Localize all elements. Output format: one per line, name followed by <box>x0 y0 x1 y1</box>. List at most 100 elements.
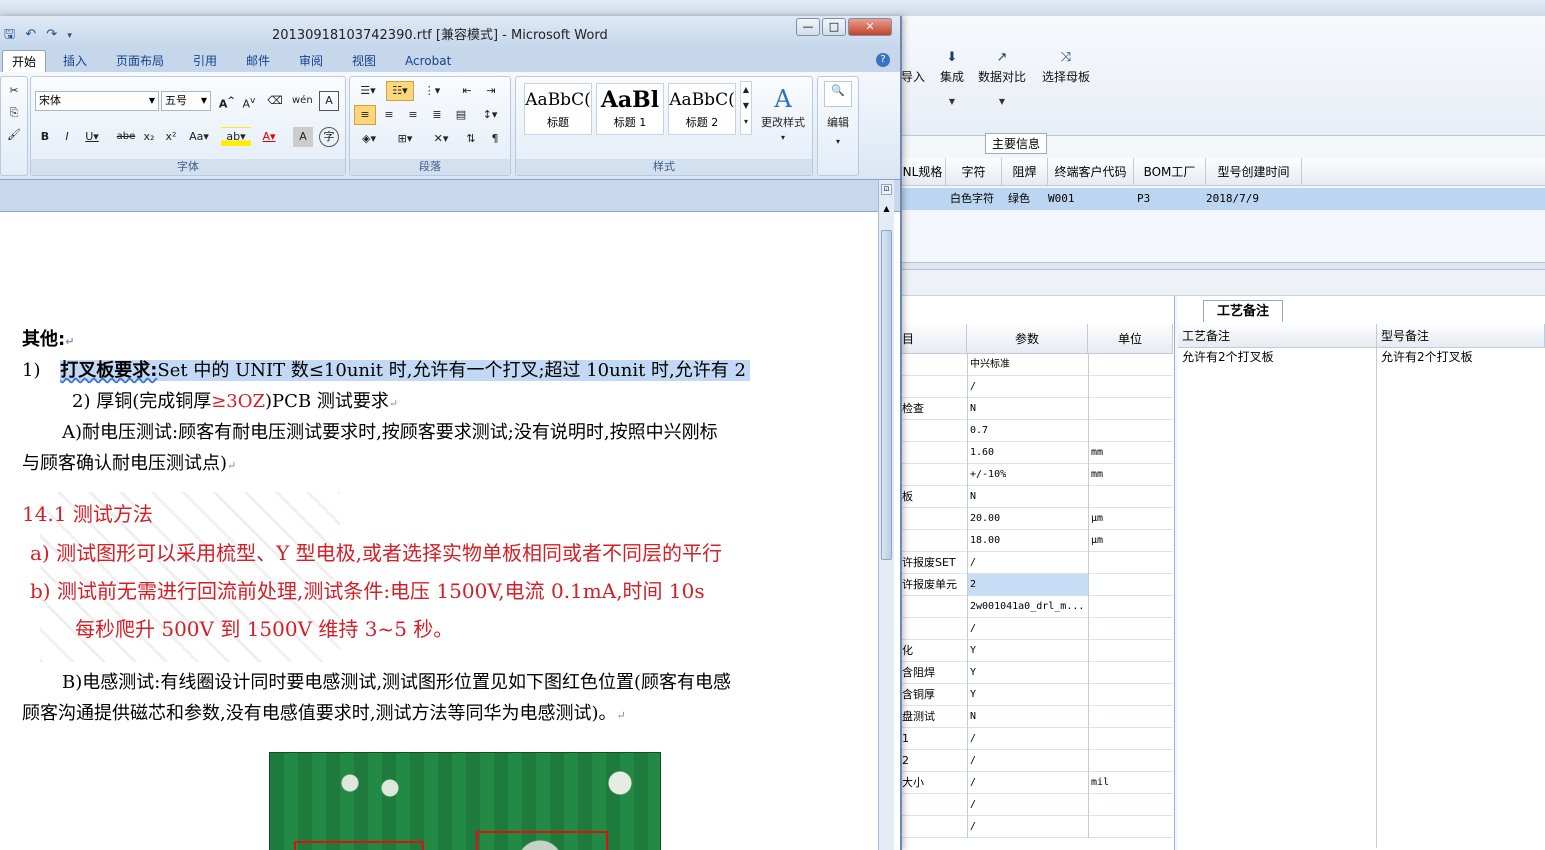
format-painter-icon[interactable]: 🖌 <box>3 125 25 145</box>
param-row[interactable]: 含阻焊 Y <box>900 662 1173 684</box>
tab-page-layout[interactable]: 页面布局 <box>107 50 173 72</box>
style-heading-1[interactable]: AaBl 标题 1 <box>596 83 664 135</box>
param-row[interactable]: 板N <box>900 486 1173 508</box>
undo-icon[interactable]: ↶ <box>25 27 36 42</box>
copy-icon[interactable]: ⎘ <box>3 103 25 123</box>
param-row[interactable]: 0.7 <box>900 420 1173 442</box>
param-value[interactable]: 2 <box>967 574 1088 596</box>
show-marks-icon[interactable]: ¶ <box>484 129 506 149</box>
tab-view[interactable]: 视图 <box>343 50 385 72</box>
underline-button[interactable]: U▾ <box>79 127 105 147</box>
param-row[interactable]: 1.60 mm <box>900 442 1173 464</box>
param-value[interactable]: / <box>967 772 1088 794</box>
vertical-scrollbar[interactable]: ⊡ ▲ <box>878 180 894 850</box>
tab-acrobat[interactable]: Acrobat <box>396 50 460 72</box>
param-row[interactable]: 检查 N <box>900 398 1173 420</box>
grid-header-nl-spec[interactable]: NL规格 <box>900 158 946 186</box>
param-value[interactable]: Y <box>967 684 1088 706</box>
param-value[interactable]: 中兴标准 <box>967 354 1088 376</box>
import-button[interactable]: 导入 <box>900 50 926 85</box>
param-row[interactable]: 18.00 μm <box>900 530 1173 552</box>
param-value[interactable]: Y <box>967 662 1088 684</box>
tab-mailings[interactable]: 邮件 <box>237 50 279 72</box>
help-icon[interactable]: ? <box>876 53 890 67</box>
styles-scroll[interactable]: ▲ ▼ ▾ <box>740 81 752 135</box>
param-value[interactable]: / <box>967 552 1088 574</box>
grid-header-created-time[interactable]: 型号创建时间 <box>1206 158 1302 186</box>
align-left-icon[interactable]: ≡ <box>354 105 376 125</box>
enclosed-char-icon[interactable]: 字 <box>319 127 339 147</box>
save-icon[interactable]: 🖫 <box>4 27 15 42</box>
close-button[interactable]: ✕ <box>848 18 892 36</box>
style-title[interactable]: AaBbC( 标题 <box>524 83 592 135</box>
model-remark-field[interactable]: 允许有2个打叉板 <box>1377 348 1545 368</box>
param-row[interactable]: 中兴标准 <box>900 354 1173 376</box>
grid-header-bom-factory[interactable]: BOM工厂 <box>1134 158 1206 186</box>
distributed-icon[interactable]: ▤ <box>450 105 472 125</box>
superscript-button[interactable]: x² <box>161 127 181 147</box>
redo-icon[interactable]: ↷ <box>46 27 57 42</box>
numbering-icon[interactable]: ☷▾ <box>386 81 414 101</box>
tab-insert[interactable]: 插入 <box>54 50 96 72</box>
ruler-toggle-icon[interactable]: ⊡ <box>881 184 892 195</box>
param-header-value[interactable]: 参数 <box>967 324 1088 354</box>
select-motherboard-button[interactable]: ⤨ 选择母板 <box>1040 50 1092 85</box>
char-border-icon[interactable]: A <box>319 91 339 111</box>
bold-button[interactable]: B <box>35 127 55 147</box>
subscript-button[interactable]: x₂ <box>139 127 159 147</box>
chevron-down-icon[interactable]: ▼ <box>936 97 968 106</box>
remark-header-process[interactable]: 工艺备注 <box>1178 324 1377 348</box>
grid-header-char[interactable]: 字符 <box>946 158 1002 186</box>
bullets-icon[interactable]: ☰▾ <box>354 81 382 101</box>
param-row[interactable]: 大小 / mil <box>900 772 1173 794</box>
font-size-select[interactable]: 五号 ▼ <box>161 91 211 111</box>
param-header-unit[interactable]: 单位 <box>1088 324 1173 354</box>
borders-icon[interactable]: ⊞▾ <box>390 129 420 149</box>
chinese-layout-icon[interactable]: ✕▾ <box>426 129 456 149</box>
param-value[interactable]: 18.00 <box>967 530 1088 552</box>
style-heading-2[interactable]: AaBbC( 标题 2 <box>668 83 736 135</box>
param-value[interactable]: N <box>967 706 1088 728</box>
line-spacing-icon[interactable]: ↕▾ <box>476 105 504 125</box>
highlight-icon[interactable]: ab▾ <box>221 127 251 147</box>
justify-icon[interactable]: ≣ <box>426 105 448 125</box>
multilevel-list-icon[interactable]: ⋮▾ <box>418 81 446 101</box>
integrate-button[interactable]: ⬇ 集成 ▼ <box>936 50 968 106</box>
process-remark-field[interactable]: 允许有2个打叉板 <box>1178 348 1377 848</box>
increase-indent-icon[interactable]: ⇥ <box>480 81 502 101</box>
horizontal-splitter[interactable] <box>900 262 1545 270</box>
cut-icon[interactable]: ✂ <box>3 81 25 101</box>
param-value[interactable]: / <box>967 750 1088 772</box>
param-value[interactable]: 0.7 <box>967 420 1088 442</box>
chevron-down-icon[interactable]: ▼ <box>976 97 1028 106</box>
grow-font-button[interactable]: A^ <box>217 91 237 111</box>
param-value[interactable]: / <box>967 816 1088 838</box>
word-title-bar[interactable]: 🖫 ↶ ↷ ▾ 20130918103742390.rtf [兼容模式] - M… <box>0 16 900 48</box>
maximize-button[interactable]: □ <box>822 18 846 36</box>
decrease-indent-icon[interactable]: ⇤ <box>456 81 478 101</box>
param-row[interactable]: / <box>900 618 1173 640</box>
find-icon[interactable]: 🔍 <box>824 81 852 107</box>
grid-header-customer-code[interactable]: 终端客户代码 <box>1048 158 1134 186</box>
remark-header-model[interactable]: 型号备注 <box>1377 324 1545 348</box>
param-row[interactable]: 盘测试 N <box>900 706 1173 728</box>
param-header-item[interactable]: 目 <box>900 324 967 354</box>
grid-header-mask[interactable]: 阻焊 <box>1002 158 1048 186</box>
data-compare-button[interactable]: ↗ 数据对比 ▼ <box>976 50 1028 106</box>
param-value[interactable]: / <box>967 376 1088 398</box>
param-value[interactable]: Y <box>967 640 1088 662</box>
param-value[interactable]: N <box>967 486 1088 508</box>
edit-button[interactable]: 编辑 ▾ <box>820 113 856 146</box>
param-row[interactable]: / <box>900 376 1173 398</box>
scroll-thumb[interactable] <box>881 230 892 560</box>
tab-references[interactable]: 引用 <box>184 50 226 72</box>
param-value[interactable]: / <box>967 618 1088 640</box>
param-value[interactable]: / <box>967 728 1088 750</box>
font-name-select[interactable]: 宋体 ▼ <box>35 91 159 111</box>
param-value[interactable]: 2w001041a0_drl_m... <box>967 596 1088 618</box>
param-row[interactable]: 化Y <box>900 640 1173 662</box>
param-value[interactable]: N <box>967 398 1088 420</box>
param-row[interactable]: / <box>900 794 1173 816</box>
sort-icon[interactable]: ⇅ <box>460 129 482 149</box>
align-center-icon[interactable]: ≡ <box>378 105 400 125</box>
